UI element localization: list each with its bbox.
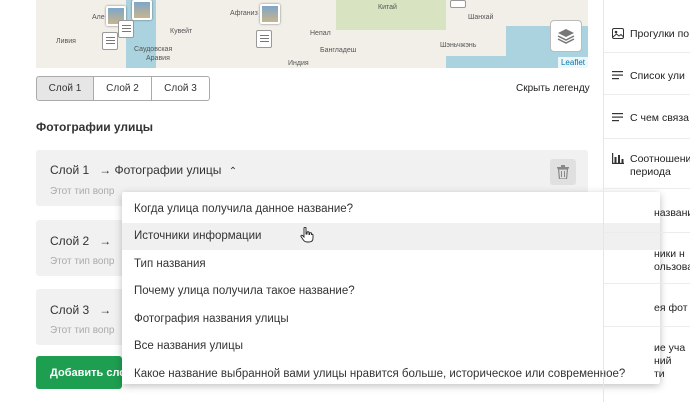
dropdown-option[interactable]: Почему улица получила такое название? — [122, 278, 660, 306]
chevron-up-icon[interactable]: ⌃ — [229, 166, 237, 177]
list-icon — [612, 113, 623, 122]
map-label: Але — [92, 14, 105, 21]
divider — [604, 232, 690, 233]
list-icon — [612, 71, 623, 80]
map-photo-marker[interactable] — [132, 0, 152, 20]
map-label: Шэньчжэнь — [440, 42, 477, 49]
divider — [604, 283, 690, 284]
map-label: Афганиз — [230, 10, 258, 17]
map-label: Кувейт — [170, 28, 193, 35]
add-layer-button[interactable]: Добавить сло — [36, 356, 122, 389]
dropdown-option[interactable]: Фотография названия улицы — [122, 305, 660, 333]
dropdown-option[interactable]: Все названия улицы — [122, 333, 660, 361]
layer-description: Этот тип вопр — [50, 325, 115, 336]
sidebar-item-walks[interactable]: Прогулки по — [612, 28, 690, 41]
layer-label: Слой 2 — [50, 234, 90, 248]
map-label: Индия — [288, 60, 309, 67]
map-list-marker[interactable] — [118, 20, 134, 38]
sidebar-item-label: ие уча — [654, 342, 686, 354]
layer-header: Слой 1 → Фотографии улицы ⌃ — [50, 163, 237, 177]
sidebar-item-label: ти — [654, 368, 665, 380]
layer-tabs: Слой 1 Слой 2 Слой 3 — [36, 76, 210, 101]
divider — [604, 326, 690, 327]
photo-icon — [612, 28, 624, 39]
layer-question-select[interactable]: → Фотографии улицы — [99, 163, 221, 177]
dropdown-option[interactable]: Какое название выбранной вами улицы нрав… — [122, 360, 660, 388]
sidebar-item-label: периода — [630, 166, 671, 178]
sidebar-item-photos[interactable]: ея фот — [654, 302, 690, 315]
sidebar-item-ratio[interactable]: Соотношени периода — [612, 153, 690, 179]
tab-layer-3[interactable]: Слой 3 — [152, 76, 210, 101]
page: Але Ливия Саудовская Аравия Кувейт Афган… — [0, 0, 690, 402]
hide-legend-link[interactable]: Скрыть легенду — [516, 83, 590, 94]
map-label: Непал — [310, 30, 331, 37]
divider — [604, 94, 690, 95]
map-label: Аравия — [146, 55, 170, 62]
sidebar-item-street-list[interactable]: Список ули — [612, 70, 690, 83]
question-dropdown: Когда улица получила данное название? Ис… — [122, 192, 660, 384]
divider — [604, 52, 690, 53]
tab-layer-1[interactable]: Слой 1 — [36, 76, 94, 101]
sidebar-item-participants[interactable]: ие уча ний ти — [654, 342, 690, 381]
map-label: Бангладеш — [320, 47, 357, 54]
layer-header: Слой 3 → — [50, 303, 111, 317]
layer-header: Слой 2 → — [50, 234, 111, 248]
sidebar-item-label: Соотношени — [630, 153, 690, 165]
section-title: Фотографии улицы — [36, 120, 154, 134]
dropdown-option[interactable]: Источники информации — [122, 222, 660, 250]
divider — [604, 188, 690, 189]
sidebar-item-label: названи — [654, 207, 690, 219]
layer-description: Этот тип вопр — [50, 256, 115, 267]
sidebar-item-label: ользовал — [654, 261, 690, 273]
map-label: Ливия — [56, 38, 76, 45]
layer-label: Слой 3 — [50, 303, 90, 317]
sidebar-item-label: ея фот — [654, 302, 688, 314]
tab-layer-2[interactable]: Слой 2 — [94, 76, 152, 101]
dropdown-option[interactable]: Когда улица получила данное название? — [122, 195, 660, 223]
dropdown-option[interactable]: Тип названия — [122, 250, 660, 278]
sidebar-item-label: Прогулки по — [630, 28, 690, 40]
sidebar-item-label: ний — [654, 355, 672, 367]
hand-cursor-icon — [300, 227, 314, 243]
bar-chart-icon — [612, 153, 624, 164]
sidebar-item-related[interactable]: С чем связа — [612, 112, 690, 125]
sidebar-item-names[interactable]: названи — [654, 207, 690, 220]
map-label: Саудовская — [134, 46, 173, 53]
delete-layer-button[interactable] — [550, 159, 576, 185]
trash-icon — [557, 165, 569, 179]
map-list-marker[interactable] — [102, 32, 118, 50]
layer-question-select[interactable]: → — [99, 234, 111, 248]
map-label: Шанхай — [468, 14, 494, 21]
divider — [604, 138, 690, 139]
map-label: Китай — [378, 4, 397, 11]
map-list-marker[interactable] — [450, 0, 466, 8]
layers-icon — [557, 29, 575, 44]
layer-label: Слой 1 — [50, 163, 90, 177]
sidebar-item-label: Список ули — [630, 70, 685, 82]
map-photo-marker[interactable] — [260, 4, 280, 24]
right-sidebar: Прогулки по Список ули С чем связа Соотн… — [603, 0, 690, 402]
sidebar-item-sources[interactable]: ники нользовал — [654, 248, 690, 274]
layer-description: Этот тип вопр — [50, 186, 115, 197]
map-layers-button[interactable] — [550, 20, 582, 52]
map-attribution[interactable]: Leaflet — [557, 57, 588, 68]
sidebar-item-label: С чем связа — [630, 112, 689, 124]
sidebar-item-label: ники н — [654, 248, 685, 260]
map-list-marker[interactable] — [256, 30, 272, 48]
layer-question-select[interactable]: → — [99, 303, 111, 317]
map[interactable]: Але Ливия Саудовская Аравия Кувейт Афган… — [36, 0, 588, 68]
